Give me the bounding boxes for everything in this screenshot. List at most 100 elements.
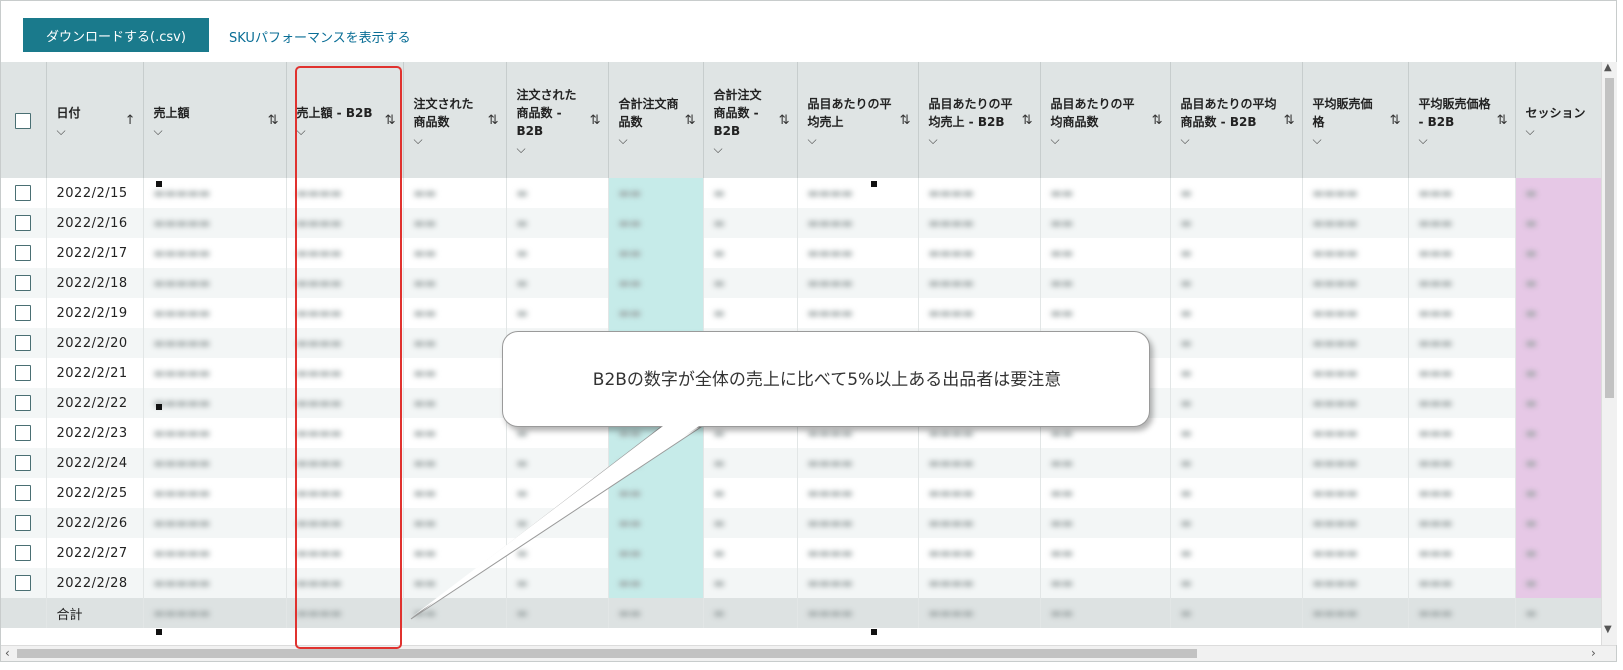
redacted-value: ▬▬▬ <box>1418 215 1453 230</box>
value-cell: ▬▬▬▬ <box>1302 208 1409 238</box>
value-cell: ▬ <box>1170 418 1303 448</box>
sort-icon[interactable]: ⇅ <box>1284 112 1295 130</box>
value-cell: ▬ <box>1170 268 1303 298</box>
selection-handle <box>156 629 162 635</box>
column-header-avg-units-per-item-b2b[interactable]: 品目あたりの平均商品数 - B2B ⌵ ⇅ <box>1170 62 1303 178</box>
chevron-down-icon[interactable]: ⌵ <box>1313 134 1400 146</box>
column-header-sessions[interactable]: セッション ⌵ <box>1515 62 1601 178</box>
value-cell: ▬ <box>1515 268 1601 298</box>
redacted-value: ▬ <box>1180 455 1192 470</box>
redacted-value: ▬ <box>1525 335 1537 350</box>
value-cell: ▬▬▬ <box>1408 238 1516 268</box>
redacted-value: ▬▬▬▬ <box>1312 485 1358 500</box>
column-header-avg-selling-price[interactable]: 平均販売価格 ⌵ ⇅ <box>1302 62 1409 178</box>
value-cell: ▬ <box>1515 448 1601 478</box>
redacted-value: ▬▬▬ <box>1418 335 1453 350</box>
chevron-down-icon[interactable]: ⌵ <box>1181 134 1294 146</box>
redacted-value: ▬ <box>1525 395 1537 410</box>
vertical-scrollbar[interactable]: ▲ ▼ <box>1601 62 1617 645</box>
redacted-value: ▬ <box>1525 515 1537 530</box>
redacted-value: ▬▬▬▬ <box>1312 425 1358 440</box>
value-cell: ▬▬▬ <box>1408 328 1516 358</box>
redacted-value: ▬▬▬▬ <box>1312 455 1358 470</box>
scroll-right-icon[interactable]: › <box>1591 646 1596 660</box>
value-cell: ▬▬▬ <box>1408 208 1516 238</box>
redacted-value: ▬▬▬▬ <box>1312 305 1358 320</box>
redacted-value: ▬▬▬ <box>1418 545 1453 560</box>
redacted-value: ▬▬▬ <box>1418 275 1453 290</box>
value-cell: ▬ <box>1515 358 1601 388</box>
value-cell: ▬ <box>1170 538 1303 568</box>
total-value-cell: ▬▬▬ <box>1408 598 1516 628</box>
scroll-down-icon[interactable]: ▼ <box>1604 624 1612 635</box>
redacted-value: ▬▬▬ <box>1418 455 1453 470</box>
redacted-value: ▬▬▬ <box>1418 305 1453 320</box>
sort-icon[interactable]: ⇅ <box>1152 112 1163 130</box>
selection-handle <box>871 629 877 635</box>
redacted-value: ▬ <box>1525 215 1537 230</box>
redacted-value: ▬ <box>1180 275 1192 290</box>
value-cell: ▬▬▬▬ <box>1302 568 1409 598</box>
value-cell: ▬▬▬ <box>1408 508 1516 538</box>
value-cell: ▬ <box>1170 298 1303 328</box>
value-cell: ▬▬▬ <box>1408 358 1516 388</box>
redacted-value: ▬ <box>1525 275 1537 290</box>
chevron-down-icon[interactable]: ⌵ <box>1419 134 1507 146</box>
value-cell: ▬▬▬▬ <box>1302 238 1409 268</box>
redacted-value: ▬ <box>1180 485 1192 500</box>
scroll-left-icon[interactable]: ‹ <box>5 646 10 660</box>
value-cell: ▬▬▬▬ <box>1302 508 1409 538</box>
value-cell: ▬▬▬▬ <box>1302 388 1409 418</box>
redacted-value: ▬▬▬ <box>1418 605 1453 620</box>
value-cell: ▬▬▬ <box>1408 568 1516 598</box>
redacted-value: ▬▬▬▬ <box>1312 335 1358 350</box>
chevron-down-icon[interactable]: ⌵ <box>1526 125 1602 137</box>
redacted-value: ▬▬▬▬ <box>1312 545 1358 560</box>
redacted-value: ▬ <box>1180 215 1192 230</box>
column-header-label: 平均販売価格 <box>1312 96 1373 129</box>
redacted-value: ▬ <box>1525 185 1537 200</box>
column-header-label: 平均販売価格 - B2B <box>1418 96 1491 129</box>
value-cell: ▬▬▬▬ <box>1302 538 1409 568</box>
value-cell: ▬▬▬▬ <box>1302 358 1409 388</box>
redacted-value: ▬ <box>1180 335 1192 350</box>
redacted-value: ▬▬▬ <box>1418 185 1453 200</box>
column-header-avg-selling-price-b2b[interactable]: 平均販売価格 - B2B ⌵ ⇅ <box>1408 62 1516 178</box>
annotation-callout: B2Bの数字が全体の売上に比べて5%以上ある出品者は要注意 <box>502 331 1150 427</box>
horizontal-scroll-thumb[interactable] <box>17 649 1197 658</box>
total-value-cell: ▬▬▬▬ <box>1302 598 1409 628</box>
value-cell: ▬▬▬ <box>1408 418 1516 448</box>
value-cell: ▬ <box>1515 208 1601 238</box>
vertical-scroll-thumb[interactable] <box>1605 78 1614 398</box>
selection-handle <box>156 404 162 410</box>
value-cell: ▬ <box>1515 418 1601 448</box>
redacted-value: ▬ <box>1180 245 1192 260</box>
value-cell: ▬ <box>1515 388 1601 418</box>
value-cell: ▬ <box>1170 508 1303 538</box>
redacted-value: ▬▬▬▬ <box>1312 605 1358 620</box>
redacted-value: ▬▬▬ <box>1418 575 1453 590</box>
value-cell: ▬▬▬▬ <box>1302 268 1409 298</box>
value-cell: ▬ <box>1515 328 1601 358</box>
sort-icon[interactable]: ⇅ <box>1390 112 1401 130</box>
redacted-value: ▬▬▬▬ <box>1312 185 1358 200</box>
redacted-value: ▬▬▬ <box>1418 515 1453 530</box>
value-cell: ▬▬▬ <box>1408 538 1516 568</box>
redacted-value: ▬ <box>1525 365 1537 380</box>
value-cell: ▬▬▬ <box>1408 178 1516 208</box>
redacted-value: ▬▬▬▬ <box>1312 215 1358 230</box>
value-cell: ▬ <box>1170 388 1303 418</box>
value-cell: ▬ <box>1170 208 1303 238</box>
redacted-value: ▬ <box>1180 305 1192 320</box>
redacted-value: ▬ <box>1180 515 1192 530</box>
redacted-value: ▬ <box>1525 575 1537 590</box>
redacted-value: ▬ <box>1180 545 1192 560</box>
value-cell: ▬ <box>1515 298 1601 328</box>
scroll-up-icon[interactable]: ▲ <box>1604 62 1612 73</box>
value-cell: ▬▬▬▬ <box>1302 298 1409 328</box>
horizontal-scrollbar[interactable]: ‹ › <box>1 645 1616 661</box>
redacted-value: ▬ <box>1525 605 1537 620</box>
value-cell: ▬ <box>1170 478 1303 508</box>
sort-icon[interactable]: ⇅ <box>1497 112 1508 130</box>
value-cell: ▬ <box>1170 568 1303 598</box>
